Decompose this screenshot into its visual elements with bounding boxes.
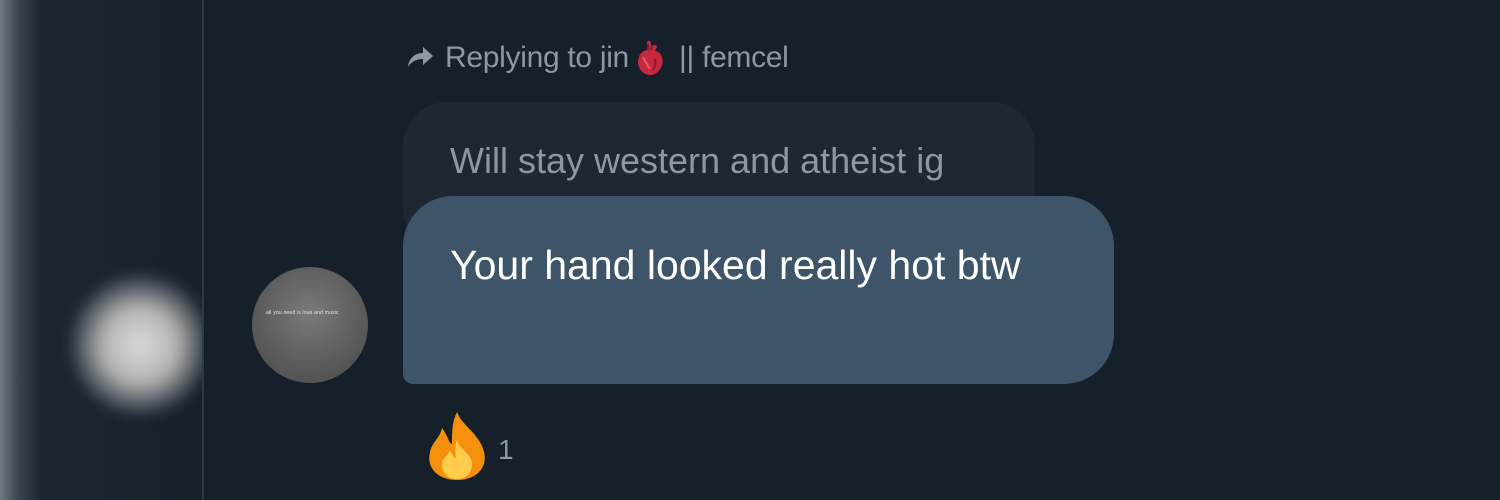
- reply-arrow-icon: [408, 47, 433, 67]
- avatar[interactable]: all you need is love and music: [252, 267, 368, 383]
- reply-prefix: Replying to jin: [445, 41, 629, 74]
- blurred-sidebar: [0, 0, 202, 500]
- reply-context[interactable]: Replying to jin || femcel: [405, 36, 789, 80]
- anatomical-heart-icon: [637, 40, 663, 76]
- blurred-avatar: [70, 270, 202, 420]
- avatar-image-caption: all you need is love and music: [266, 310, 339, 316]
- reply-suffix: || femcel: [678, 41, 789, 74]
- fire-icon: [429, 412, 485, 480]
- message-text: Your hand looked really hot btw: [450, 242, 1021, 288]
- quoted-message-text: Will stay western and atheist ig: [450, 140, 945, 181]
- reaction-pill[interactable]: 1: [422, 408, 514, 482]
- message-bubble[interactable]: Your hand looked really hot btw: [403, 196, 1114, 384]
- reaction-count: 1: [498, 434, 514, 465]
